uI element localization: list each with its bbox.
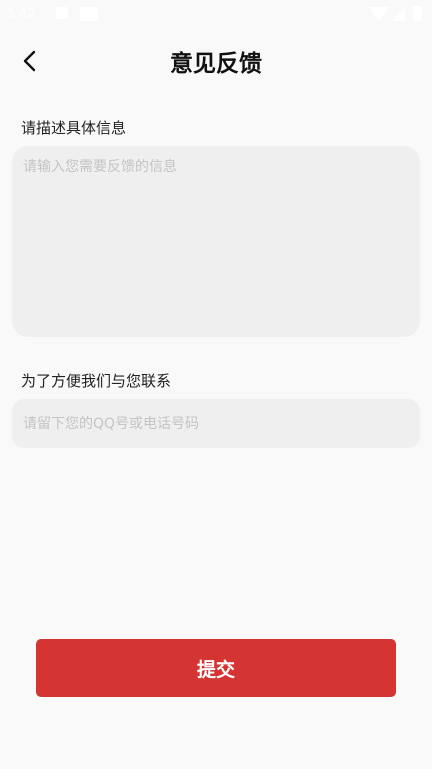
- contact-label: 为了方便我们与您联系: [21, 372, 172, 390]
- contact-field[interactable]: [12, 399, 420, 448]
- signal-icon: [391, 7, 405, 21]
- description-field[interactable]: [12, 146, 420, 337]
- feedback-screen: 3:42 意见反馈 请描述具体信息 为了方便我们与您联系 提交: [0, 0, 432, 769]
- header: 意见反馈: [0, 36, 432, 84]
- description-input[interactable]: [23, 156, 409, 327]
- wifi-icon: [369, 7, 389, 21]
- contact-input[interactable]: [23, 415, 409, 432]
- status-time: 3:42: [6, 5, 36, 22]
- notification-icon: [56, 7, 68, 19]
- battery-icon: [413, 6, 422, 21]
- image-icon: [80, 7, 98, 21]
- description-label: 请描述具体信息: [21, 119, 127, 137]
- status-bar: 3:42: [0, 0, 432, 30]
- page-title: 意见反馈: [170, 51, 262, 77]
- submit-button[interactable]: 提交: [36, 639, 396, 697]
